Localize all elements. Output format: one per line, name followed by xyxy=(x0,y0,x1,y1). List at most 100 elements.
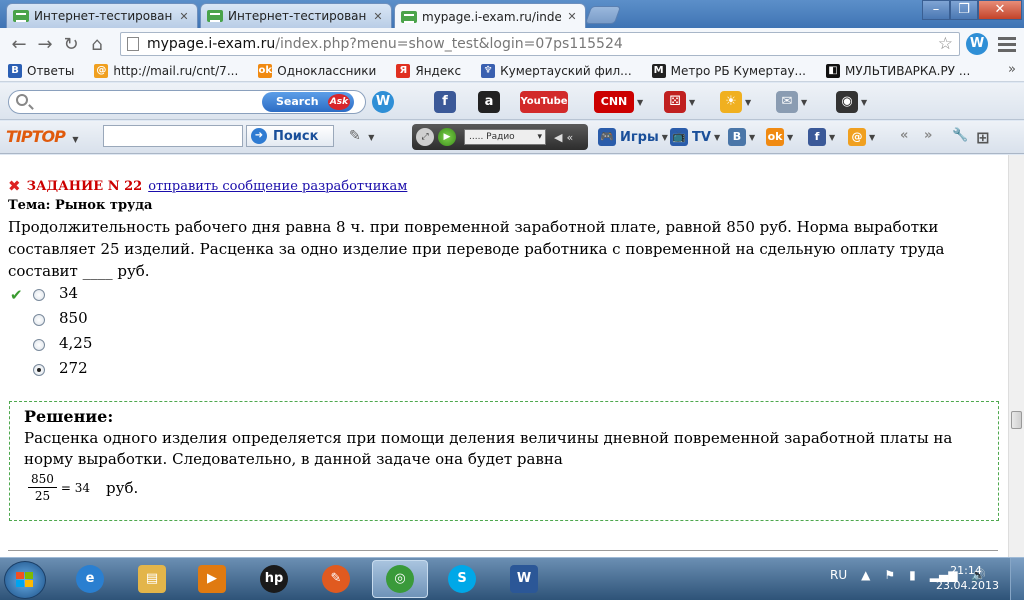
vkontakte-button[interactable]: B ▼ xyxy=(728,128,755,146)
radio-station-select[interactable]: ..... Радио xyxy=(464,129,546,145)
reload-icon[interactable]: ↻ xyxy=(58,34,84,55)
radio-player: ⤢ ▶ ..... Радио ◀ « xyxy=(412,124,588,150)
chevron-down-icon: ▼ xyxy=(745,97,752,107)
webmoney-extension-icon[interactable]: W xyxy=(966,33,988,55)
eye-button[interactable]: ◉ ▼ xyxy=(836,90,867,114)
add-icon[interactable]: ⊞ xyxy=(976,128,989,147)
answer-radio[interactable] xyxy=(33,289,45,301)
scroll-left-icon[interactable]: « xyxy=(900,128,908,143)
media-player-taskbar-button[interactable]: ▶ xyxy=(184,560,240,598)
facebook-button[interactable]: f xyxy=(434,90,456,114)
mailru-button[interactable]: @ ▼ xyxy=(848,128,875,146)
wrong-answer-icon: ✖ xyxy=(8,177,21,195)
bookmark-item[interactable]: B Ответы xyxy=(8,63,74,78)
amazon-button[interactable]: a xyxy=(478,90,500,114)
back-arrow-icon[interactable]: ← xyxy=(6,34,32,55)
ask-search-button[interactable]: Search Ask xyxy=(262,92,354,112)
eye-icon: ◉ xyxy=(836,91,858,113)
language-indicator[interactable]: RU xyxy=(830,568,847,582)
divider xyxy=(8,550,998,551)
fraction-denominator: 25 xyxy=(34,489,51,503)
rewind-icon[interactable]: « xyxy=(566,131,573,144)
paint-taskbar-button[interactable]: ✎ xyxy=(308,560,364,598)
close-icon[interactable]: ✕ xyxy=(371,10,385,23)
chrome-menu-icon[interactable] xyxy=(998,34,1016,55)
mail-envelope-button[interactable]: ✉ ▼ xyxy=(776,90,807,114)
windows-logo-icon xyxy=(16,572,34,588)
forward-arrow-icon[interactable]: → xyxy=(32,34,58,55)
expand-icon[interactable]: ⤢ xyxy=(416,128,434,146)
restore-icon[interactable]: ❐ xyxy=(950,0,978,20)
bookmark-item[interactable]: ◧ МУЛЬТИВАРКА.РУ ... xyxy=(826,63,970,78)
address-bar[interactable]: mypage.i-exam.ru/index.php?menu=show_tes… xyxy=(120,32,960,56)
bookmark-item[interactable]: Я Яндекс xyxy=(396,63,461,78)
bookmark-item[interactable]: ok Одноклассники xyxy=(258,63,376,78)
answer-radio[interactable] xyxy=(33,339,45,351)
chevron-down-icon: ▼ xyxy=(661,132,668,142)
wrench-icon[interactable]: 🔧 xyxy=(952,128,968,143)
bookmark-item[interactable]: @ http://mail.ru/cnt/7... xyxy=(94,63,238,78)
chevron-down-icon: ▼ xyxy=(861,97,868,107)
window-close-icon[interactable]: ✕ xyxy=(978,0,1022,20)
tiptop-search-button[interactable]: ➜ Поиск xyxy=(246,125,334,147)
bookmark-item[interactable]: M Метро РБ Кумертау... xyxy=(651,63,806,78)
mail-at-icon: @ xyxy=(94,63,109,78)
highlighter-icon[interactable]: ✎ ▼ xyxy=(349,128,374,144)
dice-button[interactable]: ⚄ ▼ xyxy=(664,90,695,114)
tiptop-logo[interactable]: TIPTOP ▼ xyxy=(6,127,79,146)
tray-expand-icon[interactable]: ▲ xyxy=(861,568,870,582)
answer-radio[interactable] xyxy=(33,314,45,326)
cnn-button[interactable]: CNN ▼ xyxy=(594,90,643,114)
youtube-button[interactable]: YouTube xyxy=(520,90,568,114)
start-button[interactable] xyxy=(4,561,46,599)
page-icon xyxy=(127,37,139,51)
close-icon[interactable]: ✕ xyxy=(177,10,191,23)
tab-3-active[interactable]: mypage.i-exam.ru/index.p ✕ xyxy=(394,3,586,29)
vertical-scrollbar[interactable] xyxy=(1008,155,1024,557)
scroll-right-icon[interactable]: » xyxy=(924,128,932,143)
chrome-taskbar-button[interactable]: ◎ xyxy=(372,560,428,598)
word-taskbar-button[interactable]: W xyxy=(496,560,552,598)
solution-title: Решение: xyxy=(24,407,114,426)
chevron-down-icon: ▼ xyxy=(72,135,78,144)
ie-taskbar-button[interactable]: e xyxy=(62,560,118,598)
facebook-button[interactable]: f ▼ xyxy=(808,128,835,146)
explorer-taskbar-button[interactable]: ▤ xyxy=(124,560,180,598)
bookmark-item[interactable]: ♆ Кумертауский фил... xyxy=(481,63,632,78)
clock[interactable]: 21:14 23.04.2013 xyxy=(936,563,999,593)
hp-taskbar-button[interactable]: hp xyxy=(246,560,302,598)
tab-2[interactable]: Интернет-тестирование ✕ xyxy=(200,3,392,28)
chevron-down-icon: ▼ xyxy=(787,132,794,142)
tab-1[interactable]: Интернет-тестирование ✕ xyxy=(6,3,198,28)
message-developers-link[interactable]: отправить сообщение разработчикам xyxy=(148,179,407,194)
dice-icon: ⚄ xyxy=(664,91,686,113)
solution-text: Расценка одного изделия определяется при… xyxy=(24,429,953,468)
close-icon[interactable]: ✕ xyxy=(565,10,579,23)
weather-button[interactable]: ☀ ▼ xyxy=(720,90,751,114)
tab-title: mypage.i-exam.ru/index.p xyxy=(422,9,561,24)
media-player-icon: ▶ xyxy=(198,565,226,593)
amazon-icon: a xyxy=(478,91,500,113)
task-topic: Тема: Рынок труда xyxy=(8,198,153,213)
webmoney-button[interactable]: W xyxy=(372,90,394,114)
battery-icon[interactable]: ▮ xyxy=(909,568,916,582)
play-icon[interactable]: ▶ xyxy=(438,128,456,146)
skype-taskbar-button[interactable]: S xyxy=(434,560,490,598)
bookmark-star-icon[interactable]: ☆ xyxy=(938,34,953,54)
answer-radio[interactable] xyxy=(33,364,45,376)
games-menu[interactable]: 🎮 Игры ▼ xyxy=(598,128,668,146)
tv-menu[interactable]: 📺 TV ▼ xyxy=(670,128,720,146)
answer-text: 4,25 xyxy=(59,334,93,352)
minimize-icon[interactable]: – xyxy=(922,0,950,20)
volume-icon[interactable]: ◀ xyxy=(554,131,562,144)
flag-icon[interactable]: ⚑ xyxy=(884,568,895,582)
home-icon[interactable]: ⌂ xyxy=(84,34,110,55)
solution-unit: руб. xyxy=(106,479,139,497)
chevron-down-icon: ▼ xyxy=(869,132,876,142)
tiptop-search-input[interactable] xyxy=(103,125,243,147)
show-desktop-button[interactable] xyxy=(1010,558,1024,600)
scrollbar-thumb[interactable] xyxy=(1011,411,1022,429)
bookmarks-overflow-icon[interactable]: » xyxy=(1008,62,1016,77)
new-tab-button[interactable] xyxy=(584,6,622,24)
odnoklassniki-button[interactable]: ok ▼ xyxy=(766,128,793,146)
